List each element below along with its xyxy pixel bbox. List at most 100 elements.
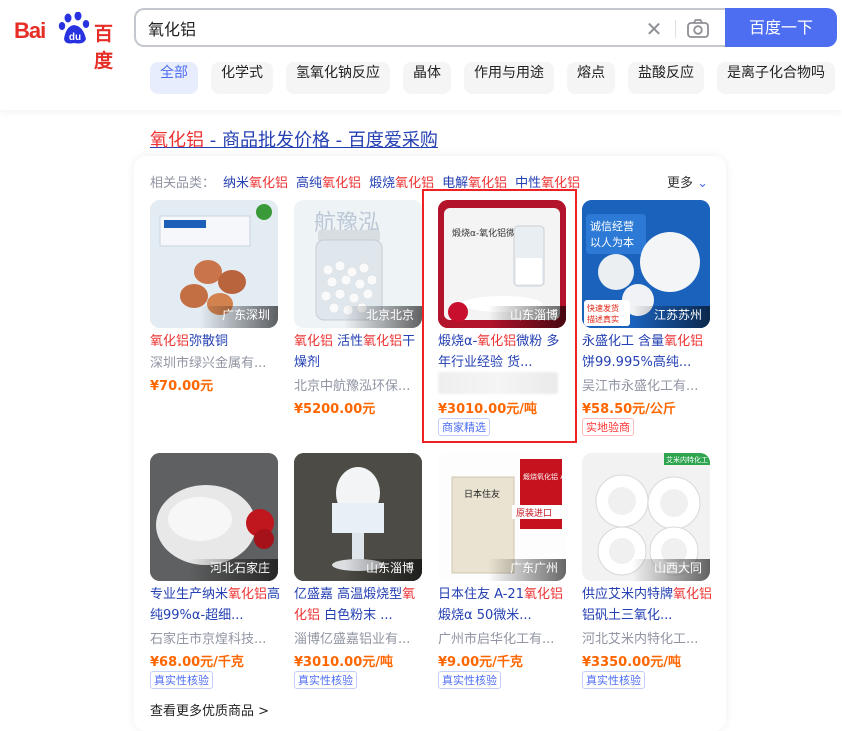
image-caption: 原装进口 <box>516 507 552 519</box>
title-text: 日本住友 A-21 <box>438 587 524 602</box>
selection-highlight-box <box>422 189 577 443</box>
related-item-nano[interactable]: 纳米氧化铝 <box>223 176 288 191</box>
product-title[interactable]: 日本住友 A-21氧化铝煅烧α 50微米... <box>438 584 570 626</box>
authenticity-badge: 真实性核验 <box>294 671 357 689</box>
image-caption: 快速发货 <box>587 303 619 313</box>
authenticity-badge: 真实性核验 <box>438 671 501 689</box>
location-tag: 河北石家庄 <box>187 559 278 581</box>
product-price: ¥58.50元/公斤 <box>582 402 676 417</box>
related-item-highlight: 氧化铝 <box>249 176 289 191</box>
product-title[interactable]: 永盛化工 含量氧化铝饼99.995%高纯... <box>582 331 714 373</box>
related-item-text: 高纯 <box>296 176 323 191</box>
product-item[interactable]: 河北石家庄 专业生产纳米氧化铝高纯99%α-超细... 石家庄市京煌科技... … <box>150 453 280 693</box>
product-title[interactable]: 专业生产纳米氧化铝高纯99%α-超细... <box>150 584 282 626</box>
verified-merchant-badge: 实地验商 <box>582 418 634 436</box>
view-more-products-link[interactable]: 查看更多优质商品 > <box>150 700 269 719</box>
product-image[interactable]: 艾米内特化工 山西大同 <box>582 453 710 581</box>
related-prefix: 相关品类： <box>150 176 216 191</box>
title-text: 煅烧α 50微米... <box>438 608 532 623</box>
title-highlight: 氧化 <box>673 587 700 602</box>
title-text: 白色粉末 ... <box>320 608 393 623</box>
related-item-highlight: 氧化铝 <box>322 176 362 191</box>
paw-icon: du <box>58 12 90 44</box>
tab-naoh-reaction[interactable]: 氢氧化钠反应 <box>286 62 390 94</box>
search-box: ✕ <box>134 8 728 47</box>
shop-name[interactable]: 深圳市绿兴金属有... <box>150 352 282 371</box>
title-highlight: 氧化铝 <box>664 334 704 349</box>
related-item-text: 煅烧 <box>369 176 396 191</box>
product-title[interactable]: 亿盛嘉 高温煅烧型氧化铝 白色粉末 ... <box>294 584 426 626</box>
shop-name[interactable]: 淄博亿盛嘉铝业有... <box>294 628 426 647</box>
image-caption: 日本住友 <box>464 488 500 500</box>
title-text: 饼99.995%高纯... <box>582 355 692 370</box>
title-highlight: 铝 <box>699 587 713 602</box>
shop-name[interactable]: 吴江市永盛化工有... <box>582 375 714 394</box>
product-item[interactable]: 广东深圳 氧化铝弥散铜 深圳市绿兴金属有... ¥70.00元 <box>150 200 280 400</box>
more-label: 更多 <box>667 176 694 191</box>
shop-name[interactable]: 北京中航豫泓环保... <box>294 375 426 394</box>
product-price: ¥3350.00元/吨 <box>582 655 682 670</box>
title-text: 供应艾米内特牌 <box>582 587 674 602</box>
search-header: Bai du 百度 ✕ 百度一下 全部化学式氢氧化钠反应晶体作用与用途熔点盐酸反… <box>0 0 842 110</box>
product-image[interactable]: 诚信经营 以人为本 快速发货 描述真实 江苏苏州 <box>582 200 710 328</box>
shop-name[interactable]: 广州市启华化工有... <box>438 628 570 647</box>
logo-text-bai: Bai <box>14 18 46 43</box>
product-item[interactable]: 山东淄博 亿盛嘉 高温煅烧型氧化铝 白色粉末 ... 淄博亿盛嘉铝业有... ¥… <box>294 453 424 693</box>
shop-name[interactable]: 河北艾米内特化工... <box>582 628 714 647</box>
product-image[interactable]: 广东深圳 <box>150 200 278 328</box>
title-text: 专业生产纳米 <box>150 587 229 602</box>
logo-text-du: du <box>69 32 81 43</box>
image-caption: 诚信经营 <box>590 219 634 233</box>
title-text: 亿盛嘉 高温煅烧型 <box>294 587 403 602</box>
product-title[interactable]: 供应艾米内特牌氧化铝铝矾土三氧化... <box>582 584 714 626</box>
tab-hcl-reaction[interactable]: 盐酸反应 <box>628 62 704 94</box>
title-text: 活性 <box>333 334 364 349</box>
product-price: ¥3010.00元/吨 <box>294 655 394 670</box>
product-item[interactable]: 日本住友 煅烧氧化铝 A-21 原装进口 广东广州 日本住友 A-21氧化铝煅烧… <box>438 453 568 693</box>
tab-melting-point[interactable]: 熔点 <box>567 62 615 94</box>
image-caption: 描述真实 <box>587 314 619 324</box>
tab-all[interactable]: 全部 <box>150 62 198 94</box>
title-text: 铝矾土三氧化... <box>582 608 673 623</box>
image-caption: 艾米内特化工 <box>666 455 708 464</box>
product-image[interactable]: 河北石家庄 <box>150 453 278 581</box>
title-highlight: 氧化铝 <box>363 334 403 349</box>
product-price: ¥9.00元/千克 <box>438 655 523 670</box>
camera-icon[interactable] <box>686 18 710 40</box>
location-tag: 江苏苏州 <box>631 306 710 328</box>
title-highlight: 氧化铝 <box>228 587 268 602</box>
product-image[interactable]: 航豫泓 北京北京 <box>294 200 422 328</box>
product-price: ¥68.00元/千克 <box>150 655 244 670</box>
related-item-high-purity[interactable]: 高纯氧化铝 <box>296 176 361 191</box>
search-filter-tabs: 全部 化学式 氢氧化钠反应 晶体 作用与用途 熔点 盐酸反应 是离子化合物吗 <box>150 62 842 94</box>
divider <box>675 20 676 38</box>
search-button[interactable]: 百度一下 <box>725 8 837 47</box>
shop-name[interactable]: 石家庄市京煌科技... <box>150 628 282 647</box>
product-price: ¥5200.00元 <box>294 402 376 417</box>
more-button[interactable]: 更多 ⌄ <box>667 172 708 191</box>
product-item[interactable]: 艾米内特化工 山西大同 供应艾米内特牌氧化铝铝矾土三氧化... 河北艾米内特化工… <box>582 453 712 693</box>
tab-ionic-compound[interactable]: 是离子化合物吗 <box>717 62 835 94</box>
title-text: 弥散铜 <box>189 334 229 349</box>
title-text: 永盛化工 含量 <box>582 334 665 349</box>
image-caption: 煅烧氧化铝 A-21 <box>523 472 566 481</box>
product-price: ¥70.00元 <box>150 379 214 394</box>
tab-chemical-formula[interactable]: 化学式 <box>211 62 273 94</box>
tab-crystal[interactable]: 晶体 <box>403 62 451 94</box>
tab-uses[interactable]: 作用与用途 <box>464 62 554 94</box>
product-item[interactable]: 诚信经营 以人为本 快速发货 描述真实 江苏苏州 永盛化工 含量氧化铝饼99.9… <box>582 200 712 440</box>
authenticity-badge: 真实性核验 <box>150 671 213 689</box>
title-highlight: 氧化铝 <box>523 587 563 602</box>
result-title-link[interactable]: 氧化铝 - 商品批发价格 - 百度爱采购 <box>150 126 438 152</box>
title-highlight: 氧化铝 <box>294 334 334 349</box>
chevron-down-icon: ⌄ <box>697 176 709 191</box>
clear-icon[interactable]: ✕ <box>644 19 664 39</box>
logo-text-chinese: 百度 <box>94 23 114 72</box>
product-title[interactable]: 氧化铝 活性氧化铝干燥剂 <box>294 331 426 373</box>
authenticity-badge: 真实性核验 <box>582 671 645 689</box>
product-image[interactable]: 山东淄博 <box>294 453 422 581</box>
product-image[interactable]: 日本住友 煅烧氧化铝 A-21 原装进口 广东广州 <box>438 453 566 581</box>
product-item[interactable]: 航豫泓 北京北京 氧化铝 活性氧化铝干燥剂 北京中航豫泓环保... ¥5200.… <box>294 200 424 420</box>
search-input[interactable] <box>148 17 628 39</box>
baidu-logo[interactable]: Bai du 百度 <box>14 12 120 72</box>
